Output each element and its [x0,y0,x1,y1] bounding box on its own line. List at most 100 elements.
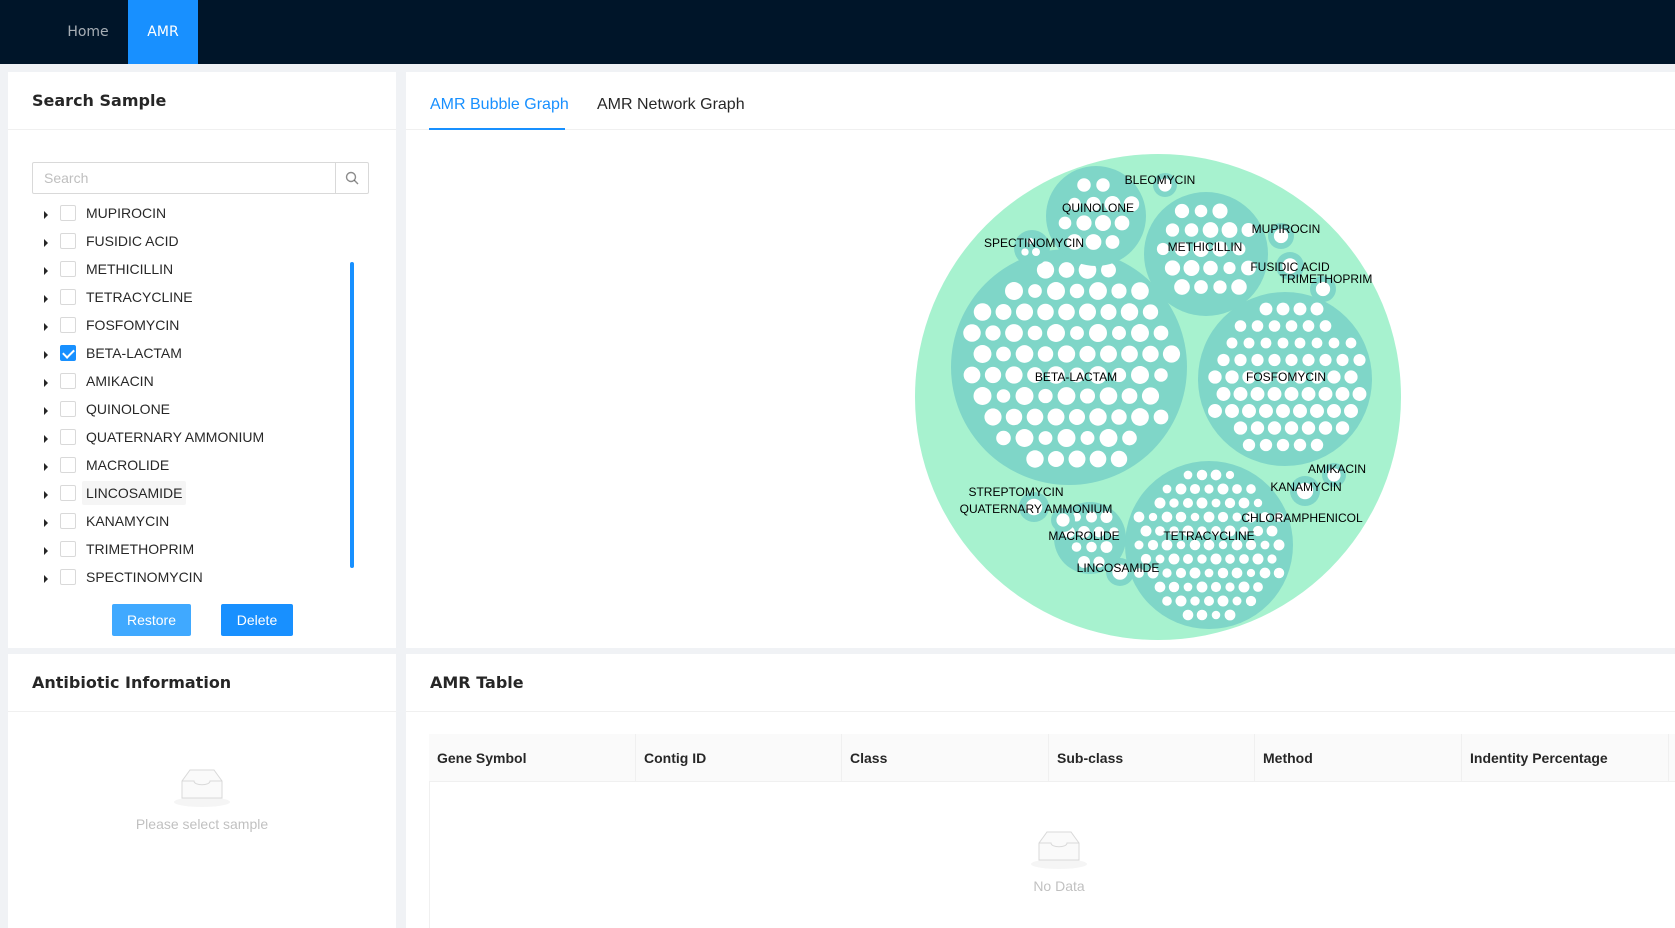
gene-bubble[interactable] [1079,388,1096,404]
gene-bubble[interactable] [1069,283,1085,299]
gene-bubble[interactable] [1140,525,1152,537]
gene-bubble[interactable] [1267,554,1277,564]
gene-bubble[interactable] [1259,404,1273,418]
gene-bubble[interactable] [1253,582,1263,592]
tree-node-label[interactable]: LINCOSAMIDE [82,481,187,505]
caret-right-icon[interactable] [38,340,54,366]
caret-right-icon[interactable] [38,536,54,562]
gene-bubble[interactable] [1226,337,1238,349]
gene-bubble[interactable] [1162,568,1172,578]
tree-node-label[interactable]: TRIMETHOPRIM [82,537,198,561]
gene-bubble[interactable] [1224,497,1236,509]
gene-bubble[interactable] [1100,303,1117,321]
tree-node-label[interactable]: FOSFOMYCIN [82,313,183,337]
gene-bubble[interactable] [1318,421,1333,435]
gene-bubble[interactable] [1246,568,1256,578]
caret-right-icon[interactable] [38,396,54,422]
gene-bubble[interactable] [1028,284,1042,298]
gene-bubble[interactable] [1120,303,1139,321]
gene-bubble[interactable] [1112,326,1126,340]
gene-bubble[interactable] [1238,497,1250,509]
gene-bubble[interactable] [1216,387,1231,401]
gene-bubble[interactable] [1154,497,1166,509]
tree-scrollbar[interactable] [350,262,354,568]
gene-bubble[interactable] [1015,303,1034,321]
gene-bubble[interactable] [1276,302,1290,316]
gene-bubble[interactable] [1089,282,1107,300]
gene-bubble[interactable] [1005,408,1023,426]
gene-bubble[interactable] [1203,260,1218,276]
gene-bubble[interactable] [1239,554,1249,564]
gene-bubble[interactable] [1037,346,1054,362]
gene-bubble[interactable] [1238,581,1250,593]
gene-bubble[interactable] [1165,223,1180,237]
gene-bubble[interactable] [1208,404,1222,418]
gene-bubble[interactable] [1260,540,1270,550]
caret-right-icon[interactable] [38,228,54,254]
gene-bubble[interactable] [1169,498,1179,508]
gene-bubble[interactable] [1210,553,1222,565]
nav-home[interactable]: Home [48,0,128,64]
gene-bubble[interactable] [1285,320,1298,332]
gene-bubble[interactable] [1252,553,1264,565]
gene-bubble[interactable] [1328,337,1340,349]
gene-bubble[interactable] [1293,438,1307,452]
gene-bubble[interactable] [1058,216,1072,230]
gene-bubble[interactable] [1310,404,1324,418]
gene-bubble[interactable] [1234,353,1247,367]
gene-bubble[interactable] [1037,303,1054,321]
gene-bubble[interactable] [1134,540,1144,550]
gene-bubble[interactable] [1015,387,1034,405]
gene-bubble[interactable] [1302,353,1315,367]
gene-bubble[interactable] [1194,280,1208,294]
gene-bubble[interactable] [1078,303,1097,321]
tree-node-checkbox[interactable] [60,289,76,305]
gene-bubble[interactable] [1203,511,1215,523]
gene-bubble[interactable] [1212,203,1228,219]
gene-bubble[interactable] [1234,320,1247,332]
gene-bubble[interactable] [1250,387,1265,401]
tree-node-checkbox[interactable] [60,569,76,585]
nav-amr[interactable]: AMR [128,0,198,64]
gene-bubble[interactable] [1068,450,1086,468]
gene-bubble[interactable] [1285,353,1298,367]
gene-bubble[interactable] [1301,421,1316,435]
gene-bubble[interactable] [963,366,981,384]
gene-bubble[interactable] [1175,567,1187,579]
caret-right-icon[interactable] [38,200,54,226]
gene-bubble[interactable] [1111,283,1127,299]
gene-bubble[interactable] [1161,511,1173,523]
gene-bubble[interactable] [1213,280,1227,294]
gene-bubble[interactable] [1071,542,1082,552]
gene-bubble[interactable] [1121,388,1138,404]
gene-bubble[interactable] [1095,215,1111,231]
gene-bubble[interactable] [1058,303,1075,321]
gene-bubble[interactable] [996,389,1011,403]
gene-bubble[interactable] [1310,438,1324,452]
gene-bubble[interactable] [1148,512,1158,522]
gene-bubble[interactable] [1319,320,1332,332]
caret-right-icon[interactable] [38,368,54,394]
gene-bubble[interactable] [1174,203,1190,219]
tree-node-checkbox[interactable] [60,345,76,361]
gene-bubble[interactable] [1047,324,1065,342]
caret-right-icon[interactable] [38,564,54,590]
gene-bubble[interactable] [1344,404,1358,418]
gene-bubble[interactable] [1204,596,1214,606]
tree-node-label[interactable]: METHICILLIN [82,257,177,281]
gene-bubble[interactable] [1183,582,1193,592]
gene-bubble[interactable] [1335,421,1350,435]
gene-bubble[interactable] [1026,450,1044,468]
gene-bubble[interactable] [1225,370,1239,384]
tab-amr-bubble-graph[interactable]: AMR Bubble Graph [430,76,569,134]
gene-bubble[interactable] [1164,260,1181,276]
gene-bubble[interactable] [1079,345,1096,363]
tree-node[interactable]: TRIMETHOPRIM [32,536,362,562]
gene-bubble[interactable] [1038,388,1053,404]
gene-bubble[interactable] [985,325,1001,341]
delete-button[interactable]: Delete [221,604,293,636]
gene-bubble[interactable] [1162,596,1172,606]
gene-bubble[interactable] [1318,387,1333,401]
tree-node-checkbox[interactable] [60,429,76,445]
gene-bubble[interactable] [1190,596,1200,606]
